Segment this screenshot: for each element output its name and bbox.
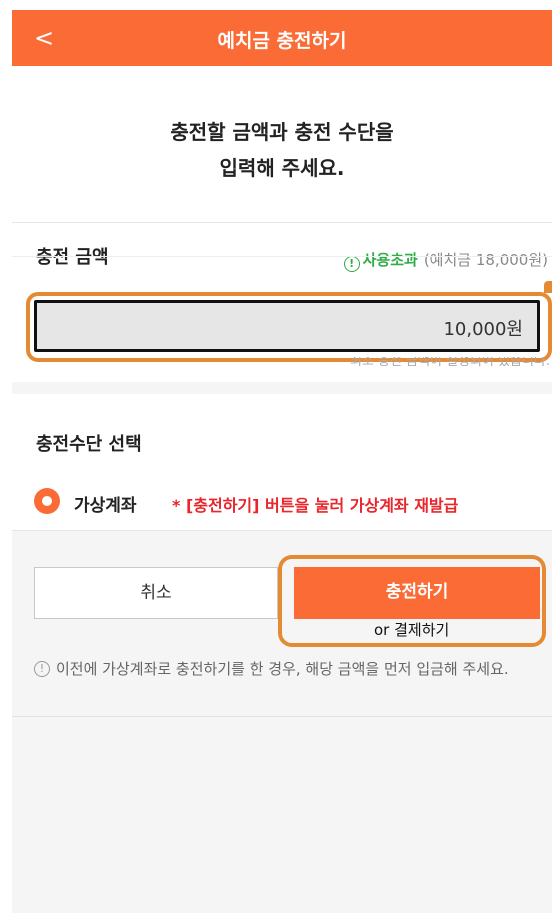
info-icon: ! — [34, 661, 50, 677]
info-text: 이전에 가상계좌로 충전하기를 한 경우, 해당 금액을 먼저 입금해 주세요. — [56, 660, 509, 678]
top-bar: < 예치금 충전하기 — [12, 10, 552, 66]
charge-button[interactable]: 충전하기 — [294, 567, 540, 619]
payment-method-label: 충전수단 선택 — [36, 434, 142, 455]
intro-message: 충전할 금액과 충전 수단을 입력해 주세요. — [12, 114, 552, 186]
over-usage-label: 사용초과 — [362, 251, 418, 269]
balance-note: (예치금 18,000원) — [423, 251, 548, 269]
payment-method-section: 충전수단 선택 가상계좌 * [충전하기] 버튼을 눌러 가상계좌 재발급 — [12, 394, 552, 530]
app-screen: < 예치금 충전하기 충전할 금액과 충전 수단을 입력해 주세요. 충전 금액… — [12, 10, 552, 913]
intro-section: 충전할 금액과 충전 수단을 입력해 주세요. — [12, 66, 552, 222]
alt-button-note: or 결제하기 — [374, 621, 450, 639]
reissue-note: * [충전하기] 버튼을 눌러 가상계좌 재발급 — [172, 496, 459, 515]
usage-status: ! 사용초과 (예치금 18,000원) — [343, 249, 548, 272]
min-amount-note: 최소 충전 금액이 설정되어 있습니다. — [349, 357, 550, 369]
divider — [12, 256, 552, 257]
divider — [12, 716, 552, 717]
amount-input[interactable]: 10,000원 — [34, 300, 540, 352]
intro-line-1: 충전할 금액과 충전 수단을 — [170, 120, 394, 144]
virtual-account-label[interactable]: 가상계좌 — [74, 491, 137, 516]
cancel-button[interactable]: 취소 — [34, 567, 278, 619]
action-section: 취소 충전하기 or 결제하기 ! 이전에 가상계좌로 충전하기를 한 경우, … — [12, 530, 552, 716]
alert-circle-icon: ! — [343, 256, 360, 272]
virtual-account-radio[interactable] — [34, 488, 60, 514]
amount-section: 충전 금액 ! 사용초과 (예치금 18,000원) 10,000원 최소 충전 금… — [12, 222, 552, 382]
page-title: 예치금 충전하기 — [217, 30, 347, 52]
annotation-arrow — [544, 281, 552, 293]
amount-value: 10,000원 — [443, 319, 523, 340]
intro-line-2: 입력해 주세요. — [219, 156, 345, 180]
